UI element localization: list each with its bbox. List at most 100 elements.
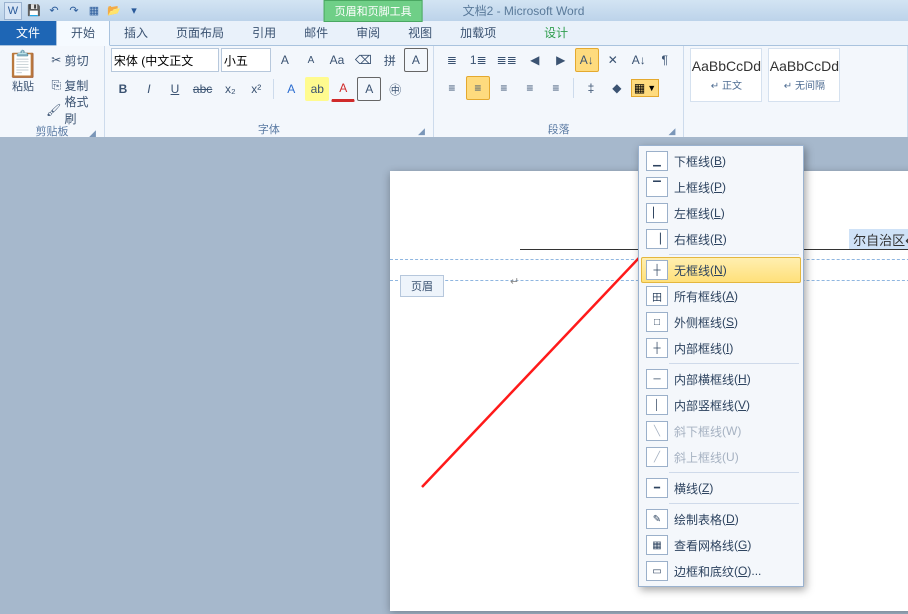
ribbon: 📋 粘贴 ✂ 剪切 ⎘ 复制 🖌 格式刷 剪贴板◢ A A Aa ⌫ 拼 A (0, 46, 908, 139)
superscript-button[interactable]: x² (244, 77, 268, 101)
menu-item-left-border[interactable]: ▏左框线(L) (641, 200, 801, 226)
italic-button[interactable]: I (137, 77, 161, 101)
align-center-button[interactable]: ≡ (466, 76, 490, 100)
menu-item-top-border[interactable]: ▔上框线(P) (641, 174, 801, 200)
align-left-button[interactable]: ≡ (440, 76, 464, 100)
sort-button-2[interactable]: A↓ (627, 48, 651, 72)
tab-design[interactable]: 设计 (530, 20, 582, 45)
tab-mailings[interactable]: 邮件 (290, 20, 342, 45)
separator (273, 79, 274, 99)
char-shading-button[interactable]: A (357, 77, 381, 101)
menu-item-no-border[interactable]: ┼无框线(N) (641, 257, 801, 283)
align-justify-button[interactable]: ≡ (518, 76, 542, 100)
border-diag-up-icon: ╱ (646, 447, 668, 467)
change-case-button[interactable]: Aa (325, 48, 349, 72)
strike-button[interactable]: abc (189, 77, 216, 101)
clipboard-icon: 📋 (7, 50, 39, 78)
align-right-button[interactable]: ≡ (492, 76, 516, 100)
tab-review[interactable]: 审阅 (342, 20, 394, 45)
header-tag: 页眉 (400, 275, 444, 297)
style-label: ↵ 正文 (711, 77, 742, 92)
phonetic-guide-button[interactable]: 拼 (378, 48, 402, 72)
tab-home[interactable]: 开始 (56, 19, 110, 46)
new-doc-icon[interactable]: ▦ (86, 3, 102, 19)
undo-icon[interactable]: ↶ (46, 3, 62, 19)
dialog-icon: ▭ (646, 561, 668, 581)
chevron-down-icon: ▼ (647, 83, 656, 93)
increase-indent-button[interactable]: ▶ (549, 48, 573, 72)
multilevel-button[interactable]: ≣≣ (493, 48, 521, 72)
tab-page-layout[interactable]: 页面布局 (162, 20, 238, 45)
font-family-combo[interactable] (111, 48, 219, 72)
char-border-button[interactable]: A (404, 48, 428, 72)
contextual-tab-header-footer: 页眉和页脚工具 (324, 0, 423, 22)
title-center: 页眉和页脚工具 文档2 - Microsoft Word (324, 0, 585, 22)
border-inside-h-icon: ─ (646, 369, 668, 389)
header-text-selection[interactable]: 尔自治区↵ (849, 229, 908, 250)
distribute-button[interactable]: ≡ (544, 76, 568, 100)
menu-item-outside-borders[interactable]: □外侧框线(S) (641, 309, 801, 335)
paste-label: 粘贴 (12, 78, 34, 94)
text-effects-button[interactable]: A (279, 77, 303, 101)
style-label: ↵ 无间隔 (784, 77, 825, 92)
launcher-icon[interactable]: ◢ (668, 126, 675, 137)
border-inside-icon: ┼ (646, 338, 668, 358)
borders-dropdown-menu: ▁下框线(B) ▔上框线(P) ▏左框线(L) ▕右框线(R) ┼无框线(N) … (638, 145, 804, 587)
asian-layout-button[interactable]: ✕ (601, 48, 625, 72)
menu-item-inside-h-border[interactable]: ─内部横框线(H) (641, 366, 801, 392)
tab-file[interactable]: 文件 (0, 20, 56, 45)
sort-button[interactable]: A↓ (575, 48, 599, 72)
copy-icon: ⎘ (51, 78, 61, 93)
redo-icon[interactable]: ↷ (66, 3, 82, 19)
launcher-icon[interactable]: ◢ (418, 126, 425, 137)
font-size-combo[interactable] (221, 48, 271, 72)
save-icon[interactable]: 💾 (26, 3, 42, 19)
line-spacing-button[interactable]: ‡ (579, 76, 603, 100)
tab-view[interactable]: 视图 (394, 20, 446, 45)
menu-item-inside-borders[interactable]: ┼内部框线(I) (641, 335, 801, 361)
bullets-button[interactable]: ≣ (440, 48, 464, 72)
menu-item-borders-dialog[interactable]: ▭边框和底纹(O)... (641, 558, 801, 584)
hline-icon: ━ (646, 478, 668, 498)
menu-item-all-borders[interactable]: 田所有框线(A) (641, 283, 801, 309)
border-left-icon: ▏ (646, 203, 668, 223)
border-bottom-icon: ▁ (646, 151, 668, 171)
open-icon[interactable]: 📂 (106, 3, 122, 19)
menu-item-view-gridlines[interactable]: ▦查看网格线(G) (641, 532, 801, 558)
menu-separator (669, 503, 799, 504)
bold-button[interactable]: B (111, 77, 135, 101)
tab-addins[interactable]: 加载项 (446, 20, 510, 45)
font-color-button[interactable]: A (331, 76, 355, 102)
style-normal[interactable]: AaBbCcDd ↵ 正文 (690, 48, 762, 102)
tab-references[interactable]: 引用 (238, 20, 290, 45)
menu-item-inside-v-border[interactable]: │内部竖框线(V) (641, 392, 801, 418)
format-painter-button[interactable]: 🖌 格式刷 (42, 98, 98, 122)
cut-button[interactable]: ✂ 剪切 (42, 48, 98, 72)
underline-button[interactable]: U (163, 77, 187, 101)
menu-item-right-border[interactable]: ▕右框线(R) (641, 226, 801, 252)
decrease-indent-button[interactable]: ◀ (523, 48, 547, 72)
menu-separator (669, 472, 799, 473)
borders-split-button[interactable]: ▦ ▼ (631, 79, 659, 97)
clear-format-button[interactable]: ⌫ (351, 48, 376, 72)
quick-access-toolbar: W 💾 ↶ ↷ ▦ 📂 ▾ (0, 2, 142, 20)
subscript-button[interactable]: x₂ (218, 77, 242, 101)
qat-more-icon[interactable]: ▾ (126, 3, 142, 19)
numbering-button[interactable]: 1≣ (466, 48, 491, 72)
pencil-icon: ✎ (646, 509, 668, 529)
shrink-font-button[interactable]: A (299, 48, 323, 72)
style-no-spacing[interactable]: AaBbCcDd ↵ 无间隔 (768, 48, 840, 102)
menu-separator (669, 254, 799, 255)
menu-item-draw-table[interactable]: ✎绘制表格(D) (641, 506, 801, 532)
tab-insert[interactable]: 插入 (110, 20, 162, 45)
show-marks-button[interactable]: ¶ (653, 48, 677, 72)
highlight-button[interactable]: ab (305, 77, 329, 101)
border-outside-icon: □ (646, 312, 668, 332)
enclose-char-button[interactable]: ㊥ (383, 77, 407, 101)
menu-item-bottom-border[interactable]: ▁下框线(B) (641, 148, 801, 174)
paste-button[interactable]: 📋 粘贴 (6, 48, 40, 108)
menu-item-horizontal-line[interactable]: ━横线(Z) (641, 475, 801, 501)
grow-font-button[interactable]: A (273, 48, 297, 72)
ribbon-tabs: 文件 开始 插入 页面布局 引用 邮件 审阅 视图 加载项 设计 (0, 21, 908, 46)
shading-button[interactable]: ◆ (605, 76, 629, 100)
